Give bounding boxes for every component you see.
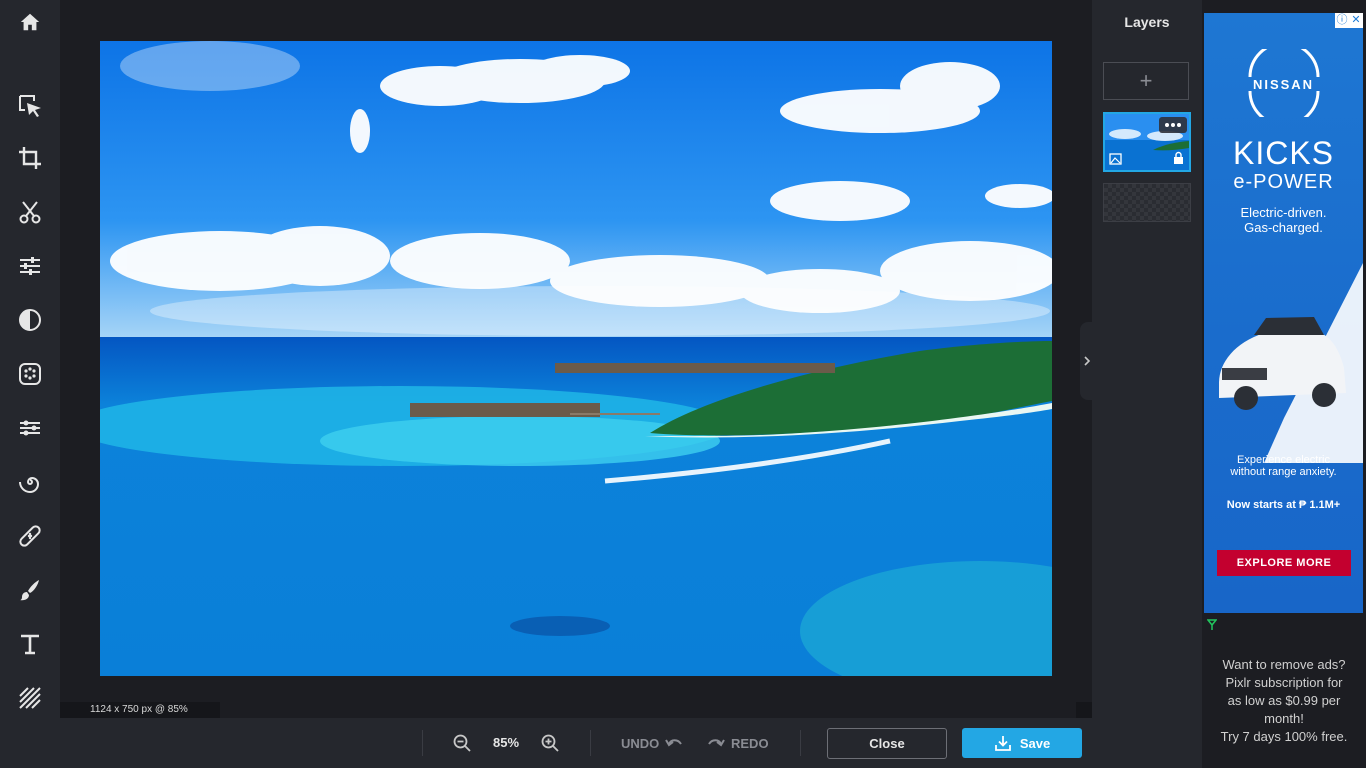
crop-tool[interactable] [0, 131, 60, 185]
layers-title: Layers [1124, 14, 1170, 30]
text-icon [21, 634, 39, 655]
zoom-level: 85% [492, 735, 520, 750]
ad-copy-2: without range anxiety. [1230, 466, 1337, 478]
effect-icon [19, 363, 41, 385]
undo-icon [665, 739, 683, 747]
cutout-tool[interactable] [0, 185, 60, 239]
save-label: Save [1019, 735, 1051, 751]
ad-choices-icon[interactable] [1207, 619, 1217, 631]
adjust-tool[interactable] [0, 239, 60, 293]
home-icon [20, 13, 40, 31]
layer-options-icon[interactable] [1159, 117, 1187, 133]
ad-banner[interactable]: ⓘ ✕ NISSAN KICKS e-POWER Electric-driven… [1204, 13, 1363, 613]
scroll-corner [1076, 702, 1092, 718]
redo-label: REDO [731, 735, 769, 751]
zoom-in-button[interactable] [538, 731, 562, 755]
liquify-icon [20, 420, 40, 436]
ad-brand: NISSAN [1252, 77, 1315, 92]
cutout-icon [19, 201, 41, 224]
add-layer-button[interactable]: + [1103, 62, 1189, 100]
divider [422, 730, 423, 756]
image-dimensions-status: 1124 x 750 px @ 85% [60, 702, 220, 718]
draw-icon [20, 580, 39, 601]
ad-tagline-1: Electric-driven. [1240, 205, 1327, 220]
car-image [1219, 263, 1363, 463]
image-layer-icon [1110, 154, 1121, 164]
crop-icon [19, 147, 41, 169]
transparent-layer[interactable] [1103, 183, 1191, 222]
left-toolbar [0, 0, 60, 768]
zoom-in-icon [541, 734, 559, 752]
distort-tool[interactable] [0, 455, 60, 509]
retouch-tool[interactable] [0, 509, 60, 563]
retouch-icon [19, 525, 41, 547]
effect-tool[interactable] [0, 347, 60, 401]
undo-label: UNDO [621, 735, 660, 751]
save-button[interactable]: Save [962, 728, 1082, 758]
ad-price: Now starts at ₱ 1.1M+ [1226, 499, 1341, 511]
arrange-icon [19, 95, 41, 117]
redo-button[interactable]: REDO [707, 733, 769, 753]
elements-icon [19, 687, 41, 709]
ad-tagline-2: Gas-charged. [1244, 220, 1323, 235]
remove-ads-line-1: Want to remove ads? [1222, 657, 1346, 672]
divider [590, 730, 591, 756]
home-button[interactable] [0, 0, 60, 44]
download-icon [994, 736, 1011, 751]
canvas-image[interactable] [100, 41, 1052, 676]
layer-thumbnail[interactable] [1103, 112, 1191, 172]
collapse-panel-button[interactable] [1080, 322, 1094, 400]
liquify-tool[interactable] [0, 401, 60, 455]
elements-tool[interactable] [0, 671, 60, 725]
tropical-island-photo [100, 41, 1052, 676]
remove-ads-line-5: Try 7 days 100% free. [1220, 729, 1348, 744]
divider [800, 730, 801, 756]
close-button[interactable]: Close [827, 728, 947, 759]
lock-icon[interactable] [1174, 154, 1183, 164]
ad-variant: e-POWER [1233, 171, 1334, 193]
remove-ads-line-3: as low as $0.99 per [1227, 693, 1341, 708]
redo-icon [708, 739, 725, 747]
filter-icon [19, 309, 41, 331]
remove-ads-line-2: Pixlr subscription for [1225, 675, 1343, 690]
distort-icon [19, 476, 40, 494]
chevron-right-icon [1084, 356, 1091, 366]
draw-tool[interactable] [0, 563, 60, 617]
ad-close-icon[interactable]: ✕ [1349, 13, 1363, 28]
text-tool[interactable] [0, 617, 60, 671]
zoom-out-icon [453, 734, 471, 752]
adjust-icon [20, 257, 40, 275]
ad-model: KICKS [1232, 135, 1335, 171]
filter-tool[interactable] [0, 293, 60, 347]
ad-info-icon[interactable]: ⓘ [1335, 13, 1349, 28]
zoom-out-button[interactable] [450, 731, 474, 755]
explore-more-button[interactable]: EXPLORE MORE [1217, 550, 1351, 576]
ad-copy-1: Experience electric [1237, 454, 1330, 466]
remove-ads-promo[interactable]: Want to remove ads? Pixlr subscription f… [1207, 656, 1361, 746]
undo-button[interactable]: UNDO [621, 733, 683, 753]
arrange-tool[interactable] [0, 79, 60, 133]
remove-ads-line-4: month! [1264, 711, 1304, 726]
